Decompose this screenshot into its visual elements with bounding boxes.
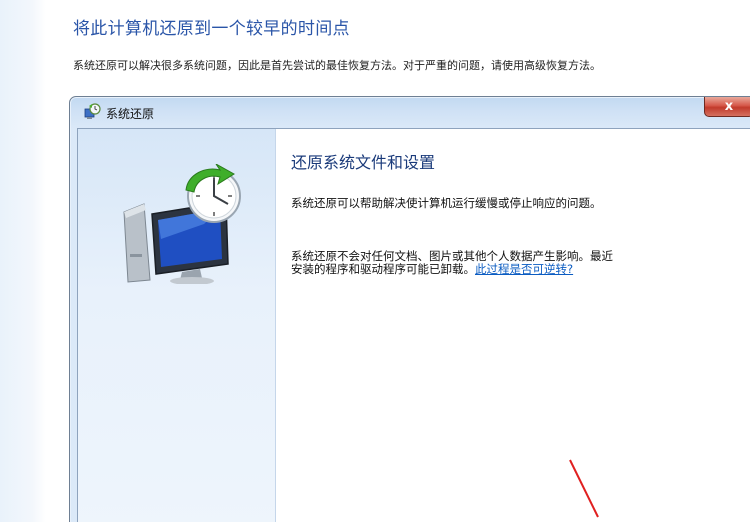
dialog-title: 系统还原 (106, 107, 155, 121)
close-button[interactable]: x (704, 97, 750, 117)
page-heading: 将此计算机还原到一个较早的时间点 (73, 19, 350, 39)
content-paragraph-2: 系统还原不会对任何文档、图片或其他个人数据产生影响。最近 安装的程序和驱动程序可… (291, 250, 711, 276)
computer-restore-icon (123, 164, 241, 284)
reversible-link[interactable]: 此过程是否可逆转? (475, 262, 573, 276)
dialog-client-area: 还原系统文件和设置 系统还原可以帮助解决使计算机运行缓慢或停止响应的问题。 系统… (77, 128, 750, 522)
dialog-titlebar[interactable]: 系统还原 x (70, 97, 750, 127)
close-icon: x (724, 99, 734, 114)
system-restore-icon (83, 103, 101, 121)
annotation-arrow (569, 459, 599, 518)
dialog-side-panel (78, 129, 276, 522)
control-panel-left-strip (0, 0, 46, 522)
page-description: 系统还原可以解决很多系统问题，因此是首先尝试的最佳恢复方法。对于严重的问题，请使… (73, 59, 601, 72)
content-paragraph-2-line-2: 安装的程序和驱动程序可能已卸载。 (291, 262, 475, 276)
content-paragraph-1: 系统还原可以帮助解决使计算机运行缓慢或停止响应的问题。 (291, 196, 602, 210)
content-heading: 还原系统文件和设置 (291, 153, 436, 172)
system-restore-dialog: 系统还原 x 还原系统文件和设置 系统还原可以帮助解决使计算机运行缓慢或停止响应… (69, 96, 750, 522)
